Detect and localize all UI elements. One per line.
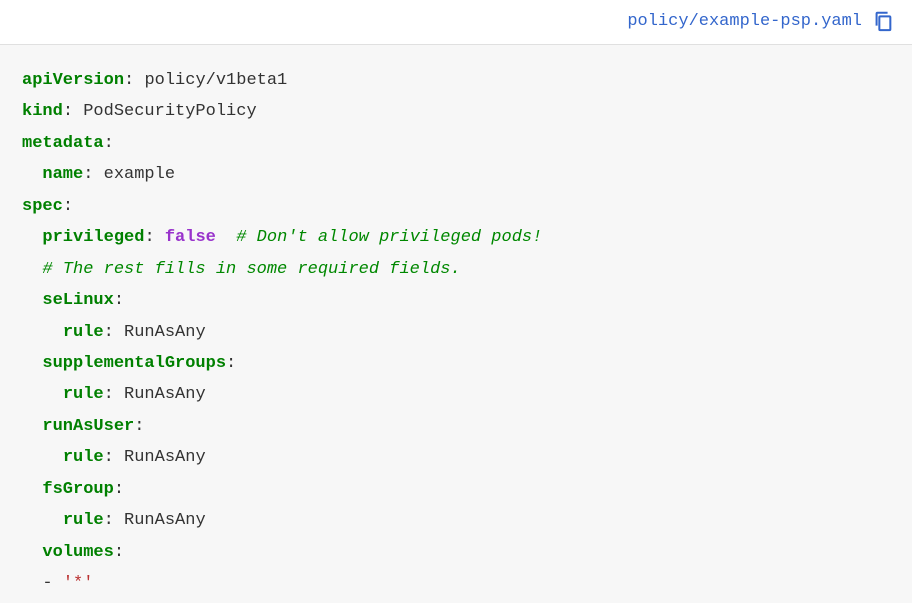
yaml-value: RunAsAny bbox=[124, 385, 206, 404]
copy-icon[interactable] bbox=[872, 10, 894, 32]
code-line: fsGroup: bbox=[22, 474, 890, 505]
yaml-key: metadata bbox=[22, 134, 104, 153]
code-line: rule: RunAsAny bbox=[22, 317, 890, 348]
code-line: volumes: bbox=[22, 537, 890, 568]
code-line: - '*' bbox=[22, 568, 890, 599]
yaml-key: volumes bbox=[42, 543, 113, 562]
yaml-value: example bbox=[104, 165, 175, 184]
code-line: supplementalGroups: bbox=[22, 348, 890, 379]
yaml-code-block: apiVersion: policy/v1beta1 kind: PodSecu… bbox=[0, 44, 912, 603]
yaml-comment: # The rest fills in some required fields… bbox=[42, 260, 460, 279]
code-line: apiVersion: policy/v1beta1 bbox=[22, 65, 890, 96]
yaml-value: RunAsAny bbox=[124, 448, 206, 467]
code-line: rule: RunAsAny bbox=[22, 505, 890, 536]
code-line: rule: RunAsAny bbox=[22, 442, 890, 473]
yaml-key: apiVersion bbox=[22, 71, 124, 90]
file-header: policy/example-psp.yaml bbox=[0, 0, 912, 44]
yaml-key: rule bbox=[63, 385, 104, 404]
yaml-string: '*' bbox=[63, 574, 94, 593]
yaml-key: rule bbox=[63, 511, 104, 530]
yaml-key: runAsUser bbox=[42, 417, 134, 436]
code-line: privileged: false # Don't allow privileg… bbox=[22, 222, 890, 253]
code-line: rule: RunAsAny bbox=[22, 379, 890, 410]
yaml-value: RunAsAny bbox=[124, 511, 206, 530]
yaml-comment: # Don't allow privileged pods! bbox=[236, 228, 542, 247]
yaml-value: PodSecurityPolicy bbox=[83, 102, 256, 121]
yaml-key: name bbox=[42, 165, 83, 184]
yaml-key: rule bbox=[63, 448, 104, 467]
yaml-key: supplementalGroups bbox=[42, 354, 226, 373]
yaml-key: seLinux bbox=[42, 291, 113, 310]
code-line: name: example bbox=[22, 159, 890, 190]
yaml-key: privileged bbox=[42, 228, 144, 247]
code-line: seLinux: bbox=[22, 285, 890, 316]
yaml-key: kind bbox=[22, 102, 63, 121]
yaml-value: policy/v1beta1 bbox=[144, 71, 287, 90]
code-line: spec: bbox=[22, 191, 890, 222]
yaml-key: rule bbox=[63, 323, 104, 342]
yaml-key: fsGroup bbox=[42, 480, 113, 499]
yaml-key: spec bbox=[22, 197, 63, 216]
code-line: metadata: bbox=[22, 128, 890, 159]
yaml-boolean: false bbox=[165, 228, 216, 247]
code-line: runAsUser: bbox=[22, 411, 890, 442]
file-path-link[interactable]: policy/example-psp.yaml bbox=[627, 12, 862, 31]
yaml-value: RunAsAny bbox=[124, 323, 206, 342]
code-line: kind: PodSecurityPolicy bbox=[22, 96, 890, 127]
code-line: # The rest fills in some required fields… bbox=[22, 254, 890, 285]
